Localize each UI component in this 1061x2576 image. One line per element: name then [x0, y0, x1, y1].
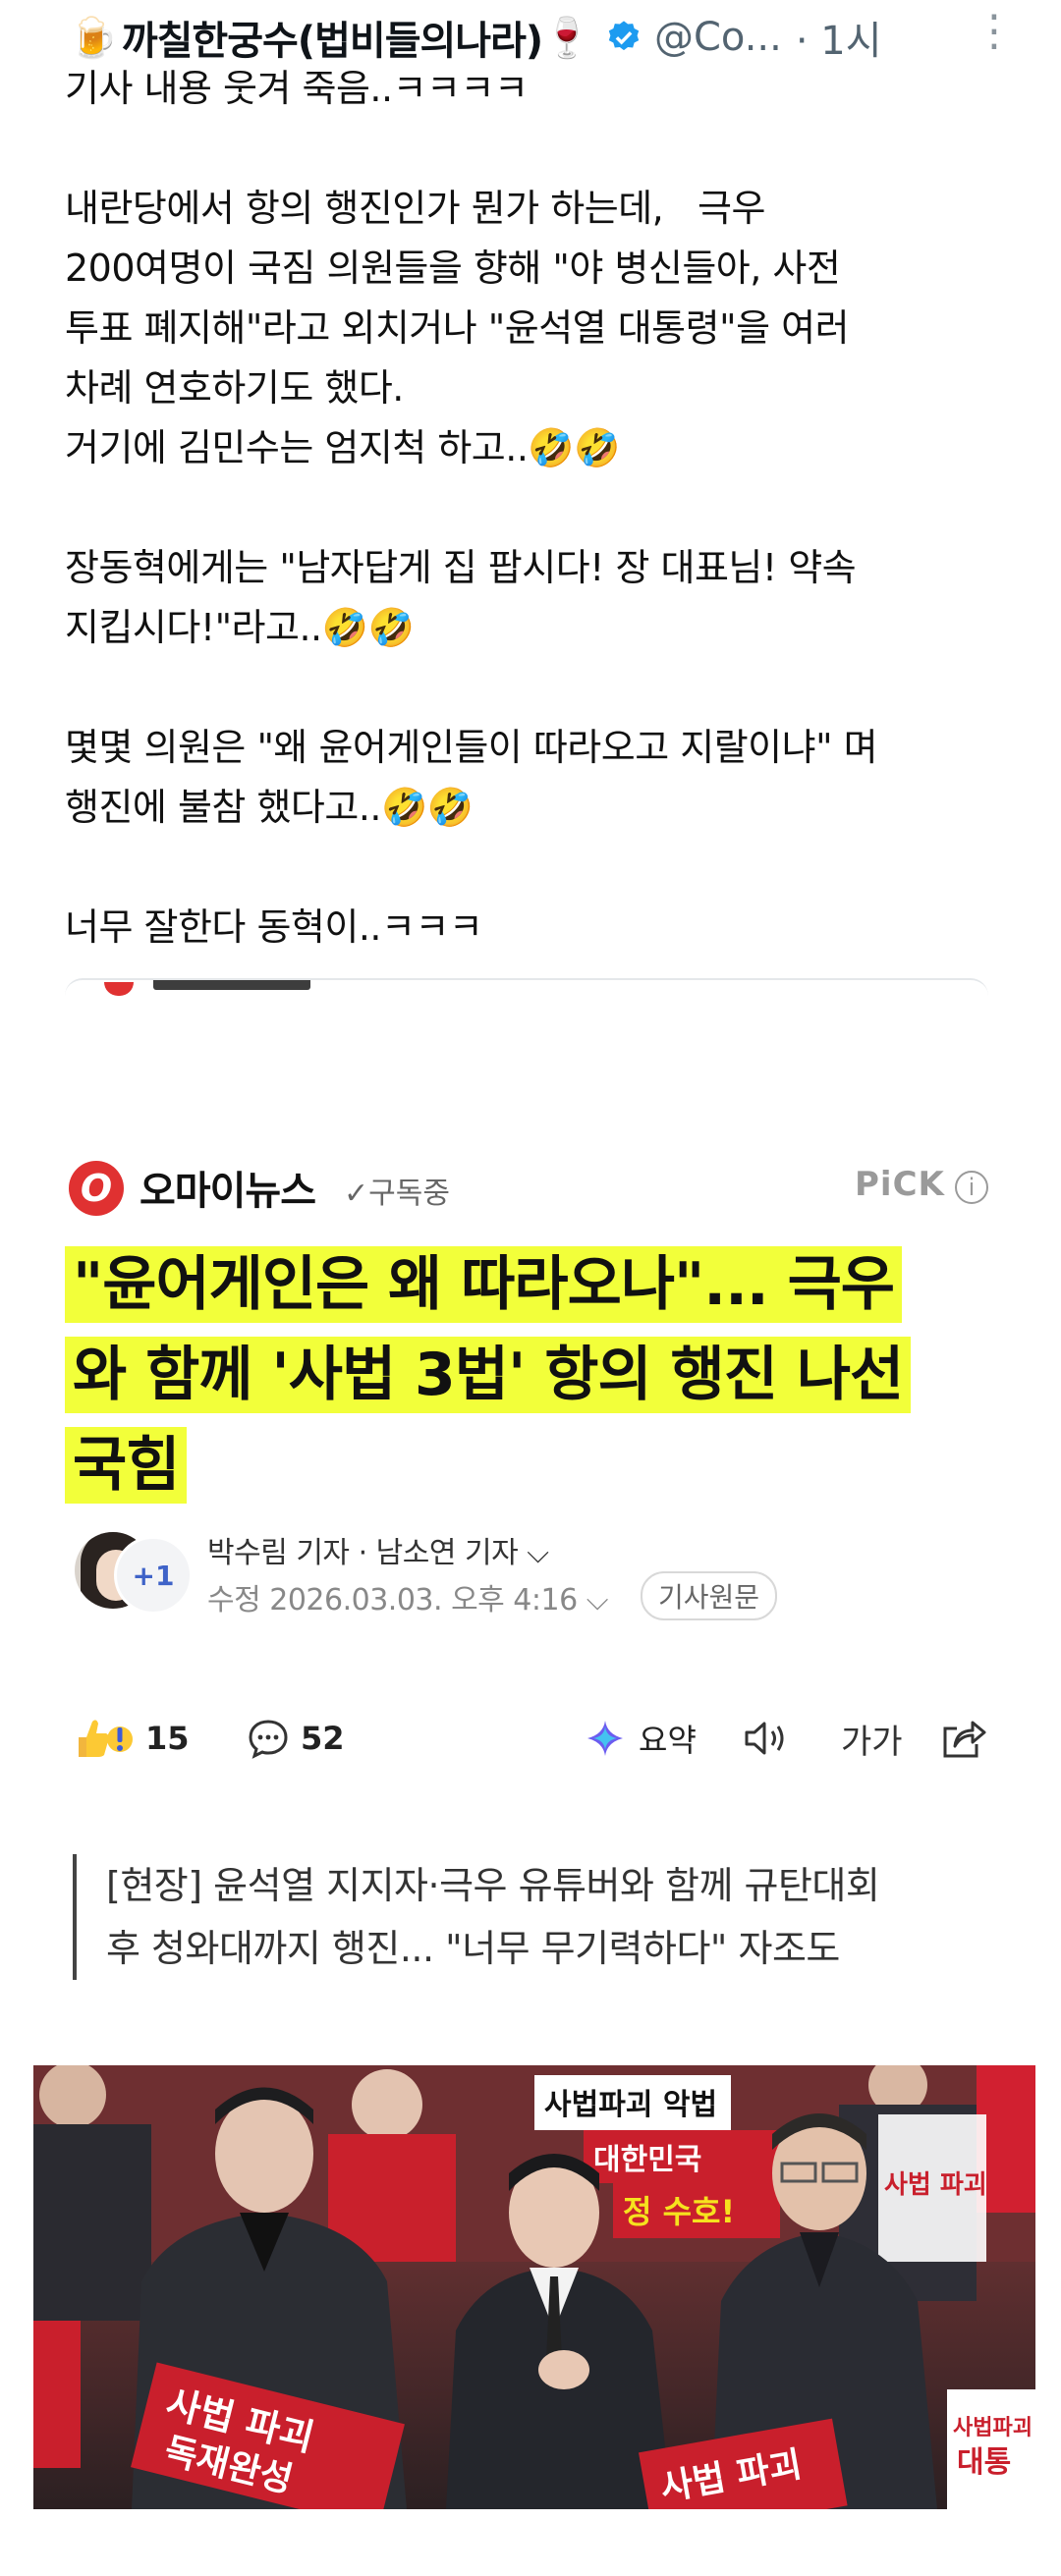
wine-emoji: 🍷	[542, 15, 591, 61]
tweet-line: 몇몇 의원은 "왜 윤어게인들이 따라오고 지랄이냐" 며	[65, 726, 878, 769]
tweet-line: 행진에 불참 했다고..🤣🤣	[65, 786, 474, 829]
beer-emoji: 🍺	[69, 15, 118, 61]
tweet-line: 내란당에서 항의 행진인가 뭔가 하는데, 극우	[65, 187, 765, 230]
subtitle-line: [현장] 윤석열 지지자·극우 유튜버와 함께 규탄대회	[106, 1864, 880, 1907]
svg-text:사법 파괴: 사법 파괴	[884, 2170, 987, 2200]
tweet-line: 차례 연호하기도 했다.	[65, 366, 404, 410]
post-time: · 1시	[795, 19, 882, 64]
subscribe-status[interactable]: ✓구독중	[344, 1169, 450, 1212]
pick-badge: PiCK	[855, 1165, 945, 1204]
article-photo[interactable]: 사법파괴 악법 대한민국 정 수호! 사법 파괴 사법 파괴 독재완성 사법 파…	[33, 2065, 1035, 2509]
tweet-line: 기사 내용 웃겨 죽음..ㅋㅋㅋㅋ	[65, 67, 529, 110]
summary-label: 요약	[639, 1722, 697, 1759]
reaction-button[interactable]: 15	[75, 1709, 190, 1768]
tweet-line: 너무 잘한다 동혁이..ㅋㅋㅋ	[65, 905, 483, 949]
press-logo-icon[interactable]: O	[69, 1161, 124, 1216]
article-subtitle: [현장] 윤석열 지지자·극우 유튜버와 함께 규탄대회 후 청와대까지 행진.…	[73, 1854, 990, 1980]
reaction-count: 15	[145, 1720, 190, 1757]
article-title-line: 와 함께 '사법 3법' 항의 행진 나선	[65, 1337, 912, 1413]
comment-icon	[249, 1720, 288, 1759]
quoted-card-edge[interactable]	[65, 978, 988, 998]
article-title-line: "윤어게인은 왜 따라오나"... 극우	[65, 1246, 902, 1323]
summary-button[interactable]: 요약	[584, 1709, 697, 1768]
press-name[interactable]: 오마이뉴스	[140, 1159, 316, 1216]
tweet-line: 200여명이 국짐 의원들을 향해 "야 병신들아, 사전	[65, 247, 841, 290]
speaker-icon	[745, 1722, 784, 1755]
author-names[interactable]: 박수림 기자 · 남소연 기자 ⌵	[207, 1528, 549, 1571]
article-title-line: 국힘	[65, 1427, 188, 1504]
article-action-bar: 15 52 요약 가가	[75, 1709, 998, 1768]
svg-text:사법파괴: 사법파괴	[953, 2416, 1033, 2440]
share-button[interactable]	[939, 1709, 986, 1768]
tweet-line	[65, 658, 1008, 718]
tweet-line: 지킵시다!"라고..🤣🤣	[65, 606, 415, 649]
protest-photo-illustration: 사법파괴 악법 대한민국 정 수호! 사법 파괴 사법 파괴 독재완성 사법 파…	[33, 2065, 1035, 2509]
tweet-line: 거기에 김민수는 엄지척 하고..🤣🤣	[65, 426, 621, 469]
svg-text:대통: 대통	[957, 2445, 1011, 2480]
tweet-line: 투표 폐지해"라고 외치거나 "윤석열 대통령"을 여러	[65, 306, 850, 350]
article-title: "윤어게인은 왜 따라오나"... 극우 와 함께 '사법 3법' 항의 행진 …	[65, 1239, 1008, 1510]
comment-count: 52	[301, 1720, 345, 1757]
quoted-press-logo-icon	[104, 982, 134, 996]
font-size-button[interactable]: 가가	[841, 1709, 903, 1768]
original-article-button[interactable]: 기사원문	[641, 1571, 778, 1620]
reaction-emoji-icon	[79, 1720, 133, 1757]
tweet-line	[65, 838, 1008, 898]
info-icon[interactable]: i	[955, 1171, 988, 1204]
author-handle[interactable]: @Co...	[654, 15, 782, 60]
comment-button[interactable]: 52	[248, 1709, 345, 1768]
author-display-name[interactable]: 까칠한궁수(법비들의나라)	[122, 9, 543, 66]
tweet-text: 기사 내용 웃겨 죽음..ㅋㅋㅋㅋ 내란당에서 항의 행진인가 뭔가 하는데, …	[65, 59, 1008, 958]
svg-text:정 수호!: 정 수호!	[623, 2193, 735, 2230]
ai-summary-icon	[587, 1721, 623, 1756]
svg-text:대한민국: 대한민국	[593, 2143, 701, 2177]
verified-badge-icon	[608, 21, 640, 51]
tweet-line	[65, 478, 1008, 538]
more-authors-badge[interactable]: +1	[114, 1536, 193, 1615]
subtitle-line: 후 청와대까지 행진... "너무 무기력하다" 자조도	[106, 1927, 840, 1970]
share-icon	[943, 1721, 986, 1758]
font-size-label: 가가	[841, 1722, 903, 1762]
modified-date[interactable]: 수정 2026.03.03. 오후 4:16 ⌵	[207, 1575, 608, 1618]
audio-button[interactable]	[743, 1709, 794, 1768]
quoted-press-name-clipped	[153, 980, 310, 990]
more-options-icon[interactable]: ⋮	[973, 10, 1016, 53]
svg-text:사법파괴 악법: 사법파괴 악법	[544, 2088, 717, 2122]
tweet-line: 장동혁에게는 "남자답게 집 팝시다! 장 대표님! 약속	[65, 546, 857, 589]
tweet-line	[65, 119, 1008, 179]
author-row: +1 박수림 기자 · 남소연 기자 ⌵ 수정 2026.03.03. 오후 4…	[75, 1528, 1008, 1636]
